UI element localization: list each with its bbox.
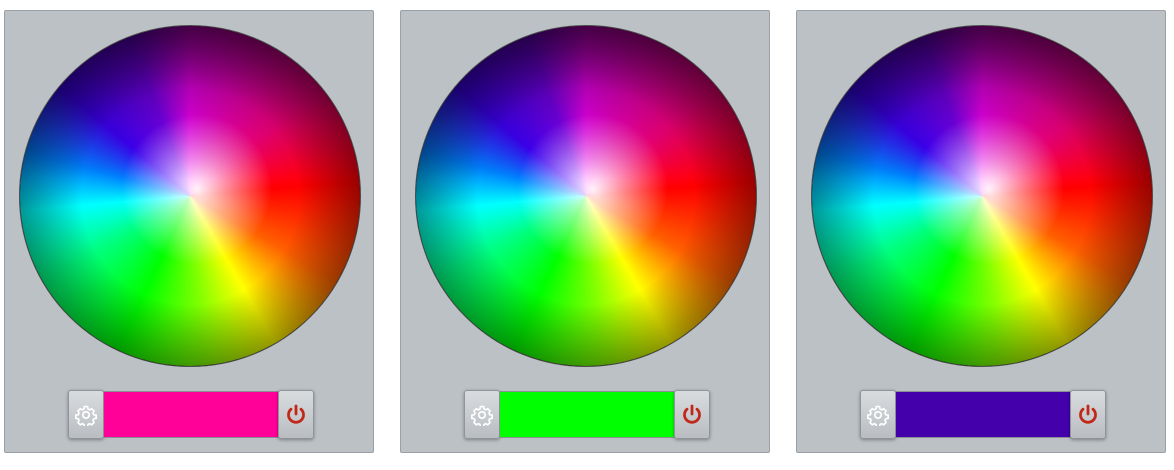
color-controls [860,390,1106,439]
power-icon [683,404,701,424]
gear-icon [75,405,97,426]
power-button[interactable] [1070,390,1106,439]
settings-button[interactable] [464,390,500,439]
gear-icon [471,405,493,426]
color-wheel[interactable] [415,25,757,367]
color-controls [68,390,314,439]
settings-button[interactable] [860,390,896,439]
power-icon [1079,404,1097,424]
color-picker-panel-1 [4,10,374,453]
current-color-swatch [103,391,279,438]
color-controls [464,390,710,439]
power-button[interactable] [278,390,314,439]
current-color-swatch [895,391,1071,438]
power-button[interactable] [674,390,710,439]
current-color-swatch [499,391,675,438]
power-icon [287,404,305,424]
gear-icon [867,405,889,426]
settings-button[interactable] [68,390,104,439]
color-wheel[interactable] [811,25,1153,367]
color-picker-panel-3 [796,10,1166,453]
color-picker-panel-2 [400,10,770,453]
color-wheel[interactable] [19,25,361,367]
